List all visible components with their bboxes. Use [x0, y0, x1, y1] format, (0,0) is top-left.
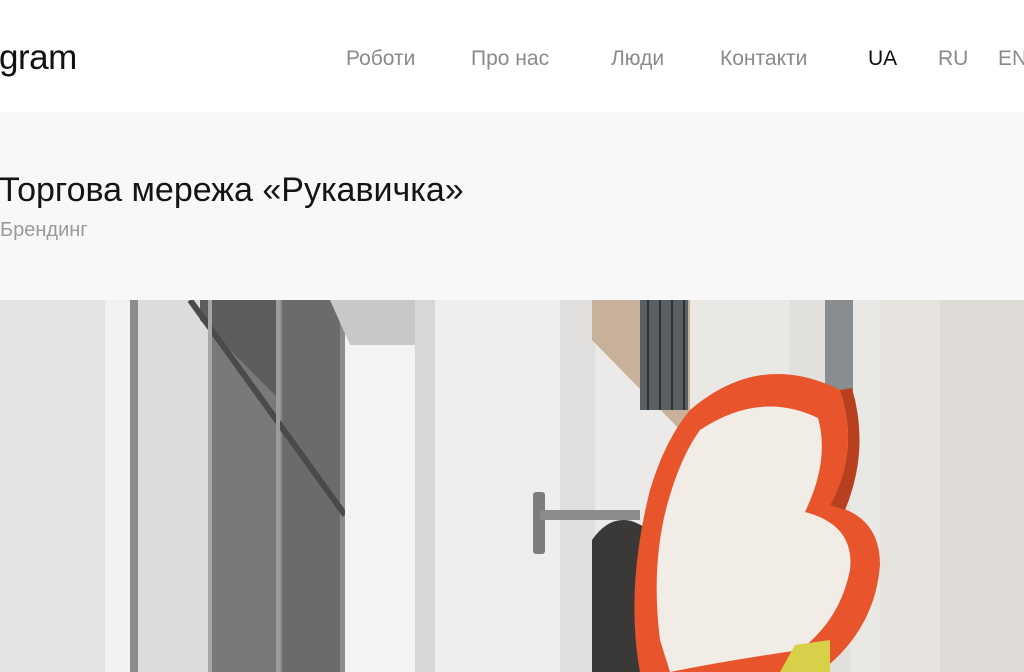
site-header: gram Роботи Про нас Люди Контакти UA RU … — [0, 0, 1024, 112]
project-title: Торгова мережа «Рукавичка» — [0, 171, 464, 209]
main-nav: Роботи Про нас Люди Контакти UA RU EN — [0, 44, 1024, 74]
lang-en[interactable]: EN — [998, 44, 1024, 74]
lang-ru[interactable]: RU — [938, 44, 968, 74]
nav-link-about[interactable]: Про нас — [471, 44, 549, 74]
lang-ua[interactable]: UA — [868, 44, 897, 74]
nav-link-works[interactable]: Роботи — [346, 44, 415, 74]
hero-image — [0, 300, 1024, 672]
nav-link-contacts[interactable]: Контакти — [720, 44, 807, 74]
storefront-sign-photo — [0, 300, 1024, 672]
project-category: Брендинг — [0, 219, 88, 241]
nav-link-people[interactable]: Люди — [611, 44, 664, 74]
